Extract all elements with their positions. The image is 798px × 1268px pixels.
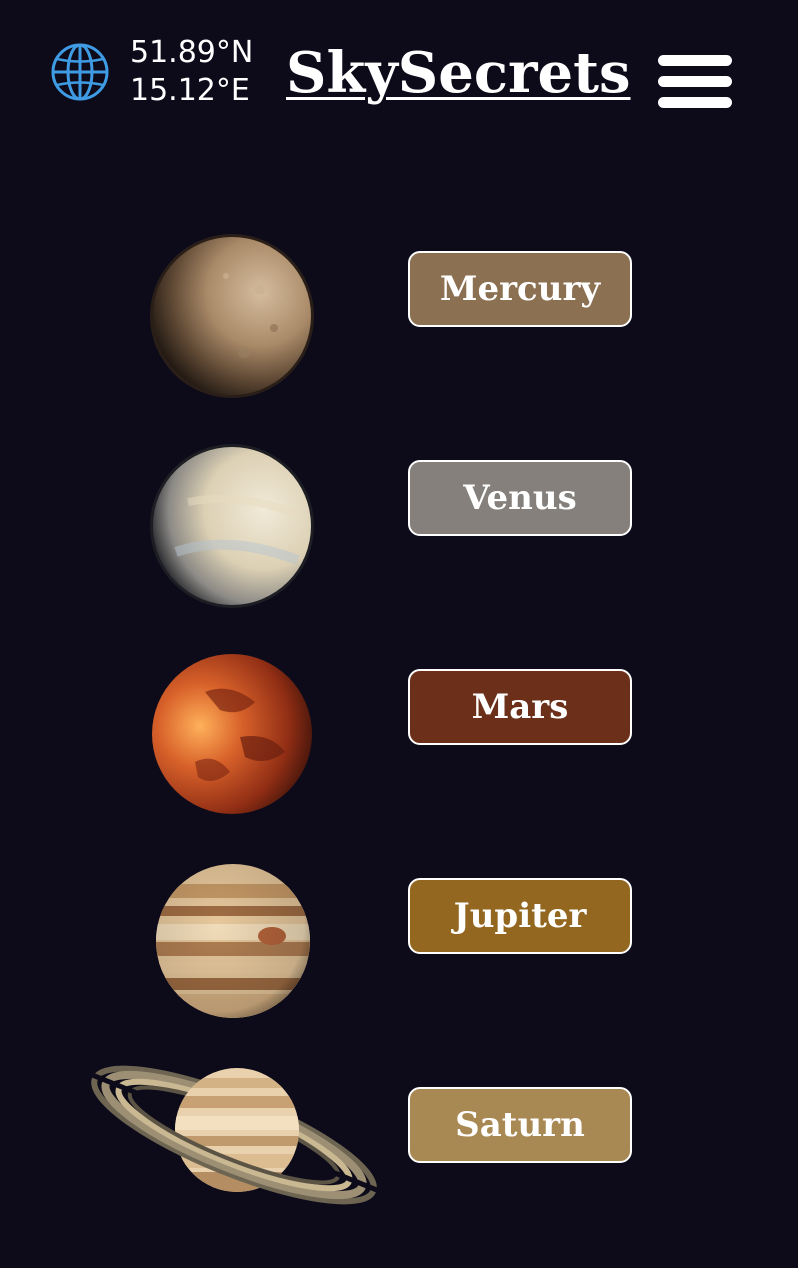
planet-row-mars: Mars (0, 640, 798, 820)
app-header: 51.89°N 15.12°E SkySecrets (0, 0, 798, 160)
planet-row-saturn: Saturn (0, 1060, 798, 1240)
saturn-image (91, 1065, 377, 1205)
mercury-button[interactable]: Mercury (408, 251, 632, 327)
mercury-image (150, 234, 314, 398)
planet-row-mercury: Mercury (0, 220, 798, 400)
mars-button[interactable]: Mars (408, 669, 632, 745)
brand-logo-link[interactable]: SkySecrets (286, 38, 630, 108)
jupiter-image (156, 864, 310, 1018)
mars-image (152, 654, 312, 814)
jupiter-button[interactable]: Jupiter (408, 878, 632, 954)
menu-bar (658, 55, 732, 66)
venus-button[interactable]: Venus (408, 460, 632, 536)
latitude-text: 51.89°N (130, 35, 254, 70)
venus-image (150, 444, 314, 608)
saturn-button[interactable]: Saturn (408, 1087, 632, 1163)
globe-icon[interactable] (50, 42, 110, 102)
menu-bar (658, 76, 732, 87)
longitude-text: 15.12°E (130, 73, 250, 108)
menu-bar (658, 97, 732, 108)
hamburger-menu-icon[interactable] (658, 55, 732, 110)
planet-row-jupiter: Jupiter (0, 850, 798, 1030)
planet-row-venus: Venus (0, 430, 798, 610)
location-coordinates: 51.89°N 15.12°E (130, 34, 253, 110)
